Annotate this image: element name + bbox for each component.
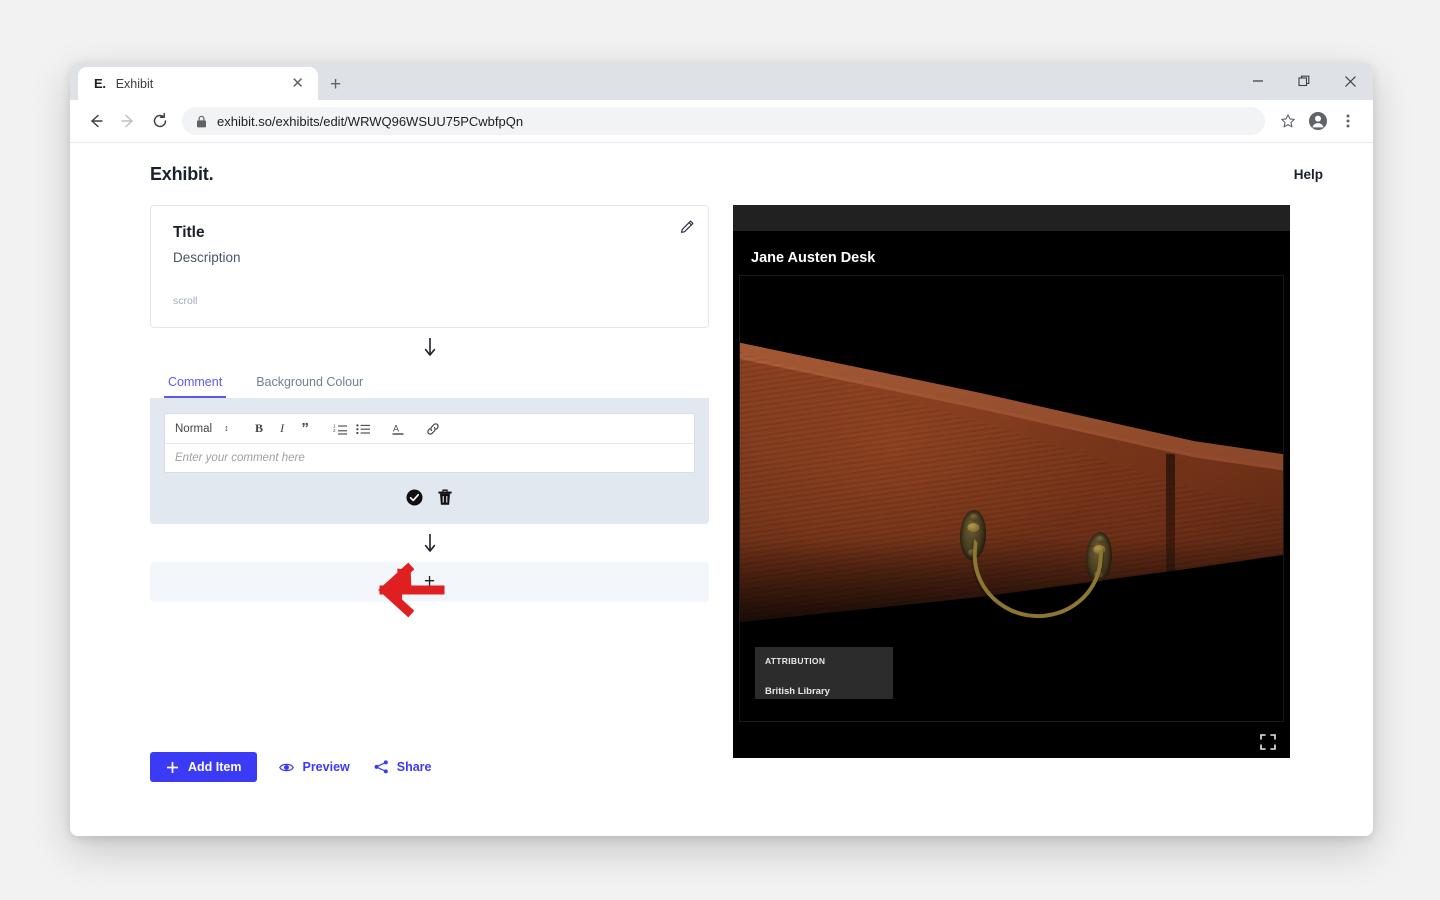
confirm-comment-button[interactable] xyxy=(406,489,423,506)
fullscreen-icon xyxy=(1260,734,1276,750)
back-button[interactable] xyxy=(80,105,112,137)
bullet-list-icon[interactable] xyxy=(353,418,374,439)
url-text: exhibit.so/exhibits/edit/WRWQ96WSUU75PCw… xyxy=(217,114,523,129)
blockquote-button[interactable]: ” xyxy=(295,418,316,439)
delete-comment-button[interactable] xyxy=(437,489,453,506)
reload-button[interactable] xyxy=(144,105,176,137)
share-label: Share xyxy=(397,760,432,774)
page-viewport: Exhibit. Help Title Description scroll xyxy=(70,143,1373,836)
share-icon xyxy=(374,760,389,774)
editor-toolbar: Normal ↕ B I ” 1 2 xyxy=(165,414,694,444)
attribution-box: ATTRIBUTION British Library xyxy=(755,647,893,699)
address-bar[interactable]: exhibit.so/exhibits/edit/WRWQ96WSUU75PCw… xyxy=(182,107,1265,135)
fullscreen-button[interactable] xyxy=(1260,734,1276,750)
viewer-canvas[interactable]: ATTRIBUTION British Library xyxy=(739,275,1284,722)
tab-comment[interactable]: Comment xyxy=(164,375,226,398)
svg-text:2: 2 xyxy=(333,428,336,433)
editor-column: Title Description scroll Comment Backgro… xyxy=(150,205,709,836)
italic-button[interactable]: I xyxy=(272,418,293,439)
close-icon xyxy=(1344,75,1357,88)
forward-arrow-icon xyxy=(119,112,137,130)
trash-icon xyxy=(437,489,453,506)
pencil-icon[interactable] xyxy=(680,220,694,234)
comment-editor-block: Comment Background Colour Normal ↕ B I xyxy=(150,366,709,524)
tab-favicon: E. xyxy=(94,76,106,91)
flow-arrow-down-2 xyxy=(150,524,709,562)
attribution-label: ATTRIBUTION xyxy=(765,656,883,666)
flow-arrow-down-1 xyxy=(150,328,709,366)
app-brand: Exhibit. xyxy=(150,164,213,185)
attribution-value: British Library xyxy=(765,686,883,697)
check-circle-icon xyxy=(406,489,423,506)
lock-icon xyxy=(196,115,207,128)
add-item-label: Add Item xyxy=(188,760,241,774)
help-link[interactable]: Help xyxy=(1294,167,1323,182)
chevron-updown-icon: ↕ xyxy=(224,424,229,433)
add-block-button[interactable]: + xyxy=(150,562,709,602)
browser-tabstrip: E. Exhibit ✕ + xyxy=(70,62,1373,100)
format-select[interactable]: Normal ↕ xyxy=(175,423,235,435)
three-dot-menu-icon[interactable] xyxy=(1333,106,1363,136)
browser-tab[interactable]: E. Exhibit ✕ xyxy=(78,67,318,100)
maximize-button[interactable] xyxy=(1281,62,1327,100)
rich-text-editor: Normal ↕ B I ” 1 2 xyxy=(164,413,695,473)
exhibit-item-card: Title Description scroll xyxy=(150,205,709,328)
preview-label: Preview xyxy=(302,760,349,774)
tab-background-colour[interactable]: Background Colour xyxy=(252,375,367,398)
ordered-list-icon[interactable]: 1 2 xyxy=(330,418,351,439)
item-description: Description xyxy=(173,250,686,265)
eye-icon xyxy=(279,761,294,774)
maximize-icon xyxy=(1297,74,1311,88)
text-color-icon[interactable]: A xyxy=(388,418,409,439)
minimize-button[interactable] xyxy=(1235,62,1281,100)
new-tab-button[interactable]: + xyxy=(330,75,341,94)
bottom-action-bar: Add Item Preview xyxy=(150,752,434,782)
preview-column: Jane Austen Desk xyxy=(733,205,1323,836)
bookmark-star-icon[interactable] xyxy=(1273,106,1303,136)
app-header: Exhibit. Help xyxy=(70,143,1373,205)
item-scroll-label: scroll xyxy=(173,295,686,307)
comment-input[interactable]: Enter your comment here xyxy=(165,444,694,472)
account-avatar-icon[interactable] xyxy=(1303,106,1333,136)
viewer-title: Jane Austen Desk xyxy=(751,250,875,266)
desk-seam xyxy=(1166,454,1175,606)
arrow-down-icon xyxy=(422,532,438,554)
browser-window: E. Exhibit ✕ + xyxy=(70,62,1373,836)
tab-title: Exhibit xyxy=(116,77,288,91)
close-window-button[interactable] xyxy=(1327,62,1373,100)
editor-tabs: Comment Background Colour xyxy=(150,366,709,399)
content-columns: Title Description scroll Comment Backgro… xyxy=(70,205,1373,836)
viewer-topbar xyxy=(733,205,1290,231)
editor-actions xyxy=(150,489,709,506)
reload-icon xyxy=(151,112,169,130)
link-icon[interactable] xyxy=(423,418,444,439)
plus-icon xyxy=(166,761,179,774)
back-arrow-icon xyxy=(87,112,105,130)
browser-toolbar: exhibit.so/exhibits/edit/WRWQ96WSUU75PCw… xyxy=(70,100,1373,143)
minimize-icon xyxy=(1252,75,1264,87)
arrow-down-icon xyxy=(422,336,438,358)
forward-button[interactable] xyxy=(112,105,144,137)
add-item-button[interactable]: Add Item xyxy=(150,752,257,782)
svg-text:A: A xyxy=(393,423,399,433)
object-viewer[interactable]: Jane Austen Desk xyxy=(733,205,1290,758)
share-button[interactable]: Share xyxy=(372,760,434,774)
preview-button[interactable]: Preview xyxy=(277,760,351,774)
format-select-value: Normal xyxy=(175,423,212,435)
close-icon[interactable]: ✕ xyxy=(287,74,308,93)
window-controls xyxy=(1235,62,1373,100)
bold-button[interactable]: B xyxy=(249,418,270,439)
item-title: Title xyxy=(173,224,686,242)
